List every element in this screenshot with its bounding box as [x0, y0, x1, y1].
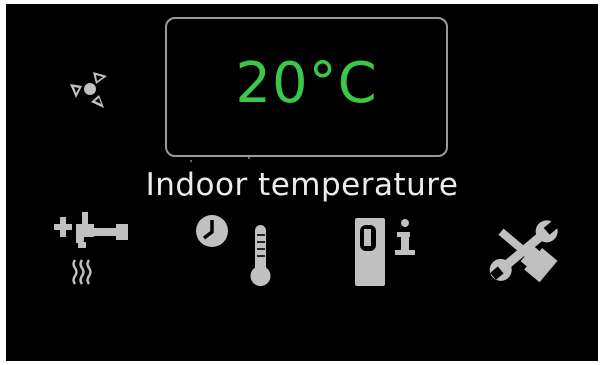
divider-dot: [190, 160, 192, 162]
temperature-value: 20°C: [235, 51, 378, 116]
hammer-wrench-icon[interactable]: [484, 216, 564, 286]
hot-water-tap-icon[interactable]: [54, 212, 130, 290]
device-info-icon[interactable]: [355, 214, 427, 290]
divider-dot: [248, 157, 250, 159]
thermostat-screen: 20°C Indoor temperature: [6, 4, 598, 361]
clock-thermometer-icon[interactable]: [195, 215, 279, 291]
temperature-display: 20°C: [165, 17, 448, 157]
display-caption: Indoor temperature: [145, 167, 459, 203]
fan-icon[interactable]: [66, 67, 112, 111]
